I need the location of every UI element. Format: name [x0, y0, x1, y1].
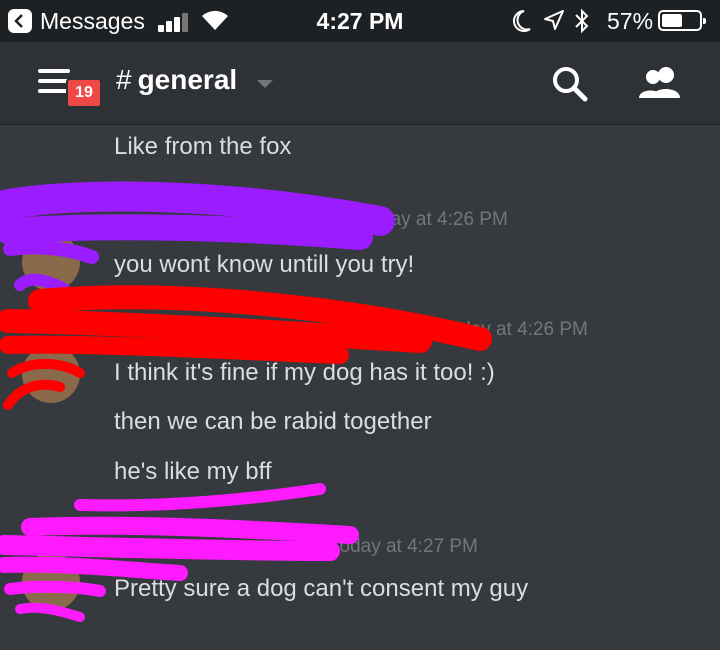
purple-redaction [0, 181, 395, 295]
do-not-disturb-moon-icon [513, 10, 531, 32]
redaction-scribbles [0, 181, 492, 622]
status-bar: Messages 4:27 PM 57% [0, 0, 720, 42]
members-icon[interactable] [636, 64, 686, 104]
bluetooth-icon [575, 8, 589, 34]
channel-name: general [137, 64, 238, 95]
red-redaction [0, 285, 492, 410]
search-icon[interactable] [550, 64, 590, 104]
channel-header: 19 # general [0, 42, 720, 125]
chevron-down-icon[interactable] [256, 78, 274, 90]
unread-badge: 19 [66, 78, 102, 108]
battery-icon [658, 10, 706, 31]
message-list[interactable]: Like from the fox day at 4:26 PM you won… [0, 125, 720, 650]
location-arrow-icon [544, 10, 564, 30]
channel-title[interactable]: # general [116, 64, 237, 96]
magenta-redaction [0, 483, 359, 622]
channel-hash: # [116, 64, 132, 95]
battery-percent: 57% [607, 8, 654, 34]
